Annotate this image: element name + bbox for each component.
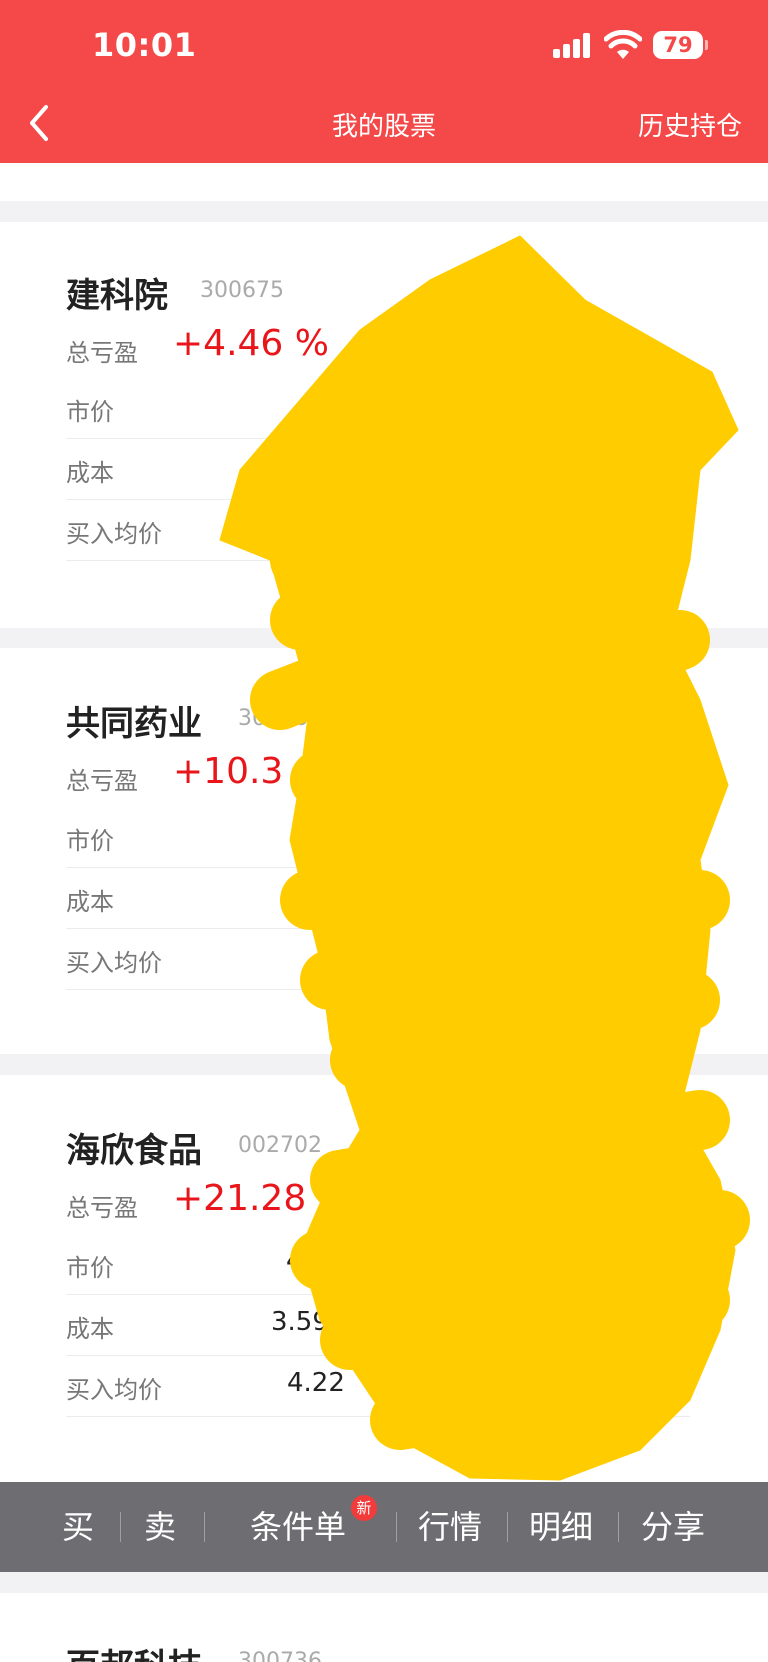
stock-code: 300675 (200, 278, 284, 303)
sell-button[interactable]: 卖 (144, 1482, 176, 1572)
divider (507, 1512, 508, 1542)
avg-buy-price-row: 买入均价 15 0 (66, 500, 690, 561)
row-label: 市价 (66, 1254, 114, 1282)
history-holdings-link[interactable]: 历史持仓 (638, 106, 742, 143)
row-value: 19 (342, 819, 376, 849)
row-value: 4.22 (287, 1368, 345, 1398)
conditional-order-button[interactable]: 条件单 (250, 1482, 346, 1572)
row-label: 买入均价 (66, 520, 162, 548)
cellular-signal-icon (553, 33, 593, 58)
row-label: 成本 (66, 1315, 114, 1343)
stock-name: 共同药业 (66, 704, 202, 744)
app-screen: 10:01 79 我的股票 历史持仓 建科院 300675 总亏盈 +4.46 … (0, 0, 768, 1662)
battery-level: 79 (663, 33, 693, 57)
list-top-spacer (0, 163, 768, 201)
new-badge: 新 (351, 1495, 377, 1521)
row-label: 买入均价 (66, 949, 162, 977)
cost-row: 成本 3.59 (66, 1295, 690, 1356)
stock-name: 百邦科技 (66, 1639, 202, 1662)
market-price-row: 市价 4 (66, 1234, 690, 1295)
row-value-right: 0 (673, 880, 690, 910)
row-value: 1 .7 (326, 941, 376, 971)
avg-buy-price-row: 买入均价 4.22 市 (66, 1356, 690, 1417)
stock-code: 300736 (238, 1649, 322, 1662)
detail-button[interactable]: 明细 (529, 1482, 593, 1572)
market-price-row: 市价 19 (66, 807, 690, 868)
divider (618, 1512, 619, 1542)
buy-button[interactable]: 买 (62, 1482, 94, 1572)
row-value: 4 (286, 1246, 303, 1276)
total-pl-label: 总亏盈 (66, 339, 138, 367)
stock-action-bar: 买 卖 条件单 新 行情 明细 分享 (0, 1482, 768, 1572)
total-pl-value: +4.46 % (173, 323, 329, 364)
total-pl-label: 总亏盈 (66, 1194, 138, 1222)
cost-row: 成本 1 0 (66, 868, 690, 929)
stock-code: 30096 (238, 706, 308, 731)
row-label: 成本 (66, 459, 114, 487)
row-value: 15 (342, 390, 376, 420)
row-value: 15 (326, 512, 360, 542)
quote-button[interactable]: 行情 (418, 1482, 482, 1572)
share-button[interactable]: 分享 (641, 1482, 705, 1572)
stock-card[interactable]: 百邦科技 300736 (0, 1593, 768, 1662)
row-value-right: 0 (673, 512, 690, 542)
row-label: 市价 (66, 398, 114, 426)
total-pl-value: +21.28 % (173, 1178, 352, 1219)
app-header: 10:01 79 我的股票 历史持仓 (0, 0, 768, 163)
stock-name: 建科院 (66, 276, 168, 316)
total-pl-label: 总亏盈 (66, 767, 138, 795)
stock-name: 海欣食品 (66, 1131, 202, 1171)
stock-card[interactable]: 建科院 300675 总亏盈 +4.46 % 市价 15 成本 买入均价 15 … (0, 222, 768, 628)
row-label: 买入均价 (66, 1376, 162, 1404)
row-value: 1 (326, 880, 343, 910)
market-price-row: 市价 15 (66, 378, 690, 439)
stock-card[interactable]: 海欣食品 002702 总亏盈 +21.28 % 市价 4 成本 3.59 买入… (0, 1075, 768, 1482)
wifi-icon (604, 30, 642, 59)
status-time: 10:01 (92, 26, 197, 64)
row-extra-label: 市 (471, 1376, 495, 1404)
divider (396, 1512, 397, 1542)
stock-card[interactable]: 共同药业 30096 总亏盈 +10.3 市价 19 成本 1 0 买入均价 1… (0, 648, 768, 1054)
cost-row: 成本 (66, 439, 690, 500)
avg-buy-price-row: 买入均价 1 .7 市 (66, 929, 690, 990)
row-label: 成本 (66, 888, 114, 916)
row-extra-label: 市 (471, 949, 495, 977)
row-value: 3.59 (271, 1307, 329, 1337)
row-label: 市价 (66, 827, 114, 855)
stock-code: 002702 (238, 1133, 322, 1158)
divider (120, 1512, 121, 1542)
total-pl-value: +10.3 (173, 751, 284, 792)
battery-icon: 79 (653, 31, 708, 59)
divider (204, 1512, 205, 1542)
